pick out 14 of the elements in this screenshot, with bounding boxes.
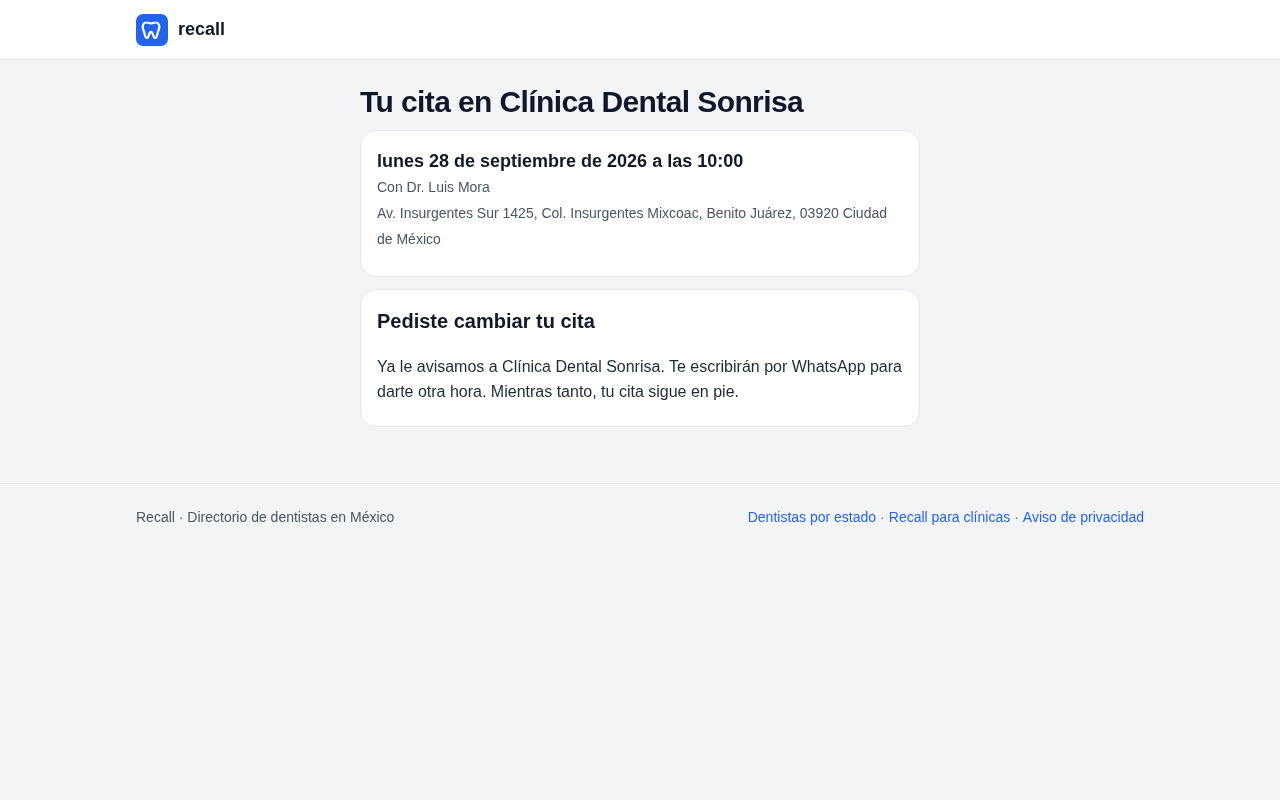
link-separator: · xyxy=(1014,509,1019,525)
footer-link[interactable]: Recall para clínicas xyxy=(888,509,1011,525)
clinic-address: Av. Insurgentes Sur 1425, Col. Insurgentes Mixcoac, Benito Juárez, 03920 Ciudad de México xyxy=(377,204,888,249)
brand-name[interactable]: recall xyxy=(178,19,226,40)
footer-link[interactable]: Dentistas por estado xyxy=(747,509,877,525)
appointment-datetime: lunes 28 de septiembre de 2026 a las 10:00 xyxy=(377,150,745,173)
tooth-logo-icon xyxy=(136,13,168,46)
status-title: Pediste cambiar tu cita xyxy=(377,309,596,334)
footer-tagline: Recall · Directorio de dentistas en México xyxy=(136,509,395,525)
dentist-name: Con Dr. Luis Mora xyxy=(377,178,491,197)
footer-link[interactable]: Aviso de privacidad xyxy=(1022,509,1144,525)
status-message: Ya le avisamos a Clínica Dental Sonrisa. Te escribirán por WhatsApp para darte otra hora. Mientras tanto, tu cita sigue en pie. xyxy=(377,357,903,402)
link-separator: · xyxy=(880,509,885,525)
page-title: Tu cita en Clínica Dental Sonrisa xyxy=(360,84,805,120)
